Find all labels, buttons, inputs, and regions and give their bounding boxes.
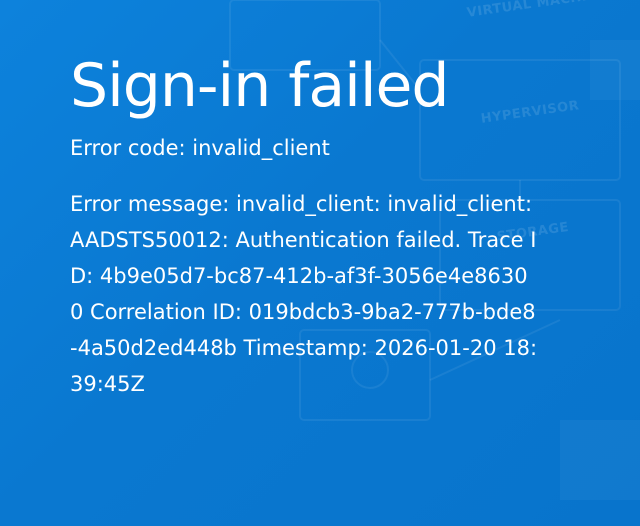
error-message-text: Error message: invalid_client: invalid_c… [70, 192, 538, 396]
page-title: Sign-in failed [70, 51, 450, 121]
error-panel: Sign-in failed Error code: invalid_clien… [70, 44, 540, 402]
error-code-text: Error code: invalid_client [70, 136, 330, 160]
